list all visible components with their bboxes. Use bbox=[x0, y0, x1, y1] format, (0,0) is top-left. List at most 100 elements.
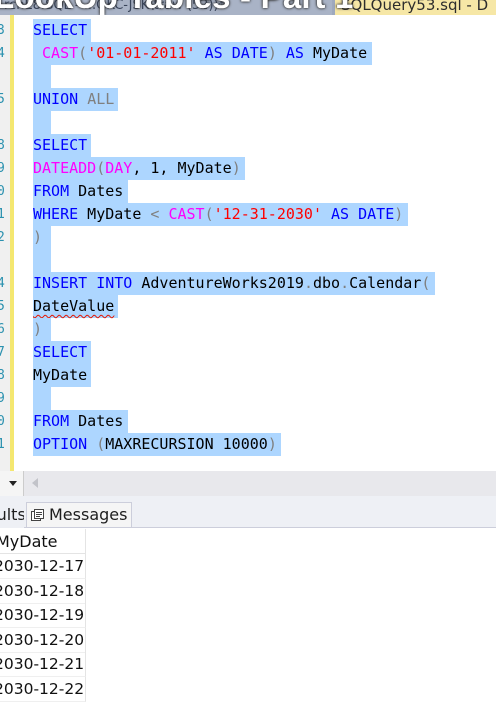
grid-cell-mydate[interactable]: 2030-12-19 bbox=[0, 603, 86, 628]
code-token: DAY bbox=[105, 159, 133, 177]
code-token: DATEADD bbox=[33, 159, 97, 177]
code-token: SELECT bbox=[33, 343, 88, 361]
code-line[interactable]: UNION ALL bbox=[33, 88, 114, 111]
code-line[interactable]: INSERT INTO AdventureWorks2019.dbo.Calen… bbox=[33, 272, 430, 295]
code-token: ) bbox=[267, 44, 277, 62]
code-token: '12-31-2030' bbox=[213, 205, 322, 223]
code-token: SELECT bbox=[33, 136, 88, 154]
line-number: 7 bbox=[0, 345, 5, 360]
code-token: . bbox=[303, 274, 313, 292]
column-header-mydate[interactable]: MyDate bbox=[0, 529, 86, 554]
code-line[interactable]: FROM Dates bbox=[33, 180, 123, 203]
line-number: 9 bbox=[0, 161, 5, 176]
code-token: ALL bbox=[87, 90, 115, 108]
code-token: INTO bbox=[96, 274, 133, 292]
selection-highlight bbox=[33, 111, 51, 134]
selection-highlight bbox=[33, 249, 51, 272]
line-number: 5 bbox=[0, 92, 5, 107]
code-line[interactable]: ) bbox=[33, 318, 42, 341]
code-token: WHERE bbox=[33, 205, 79, 223]
code-token: INSERT bbox=[33, 274, 88, 292]
tab-messages[interactable]: Messages bbox=[26, 502, 133, 527]
tab-sqlquery53[interactable]: SQLQuery53.sql - D bbox=[335, 0, 496, 15]
code-line[interactable]: DATEADD(DAY, 1, MyDate) bbox=[33, 157, 241, 180]
line-number: 8 bbox=[0, 138, 5, 153]
code-token: ) bbox=[267, 435, 277, 453]
code-token: Calendar bbox=[349, 274, 422, 292]
code-token: AdventureWorks2019 bbox=[132, 274, 304, 292]
grid-cell-mydate[interactable]: 2030-12-18 bbox=[0, 579, 86, 604]
selection-highlight bbox=[33, 387, 51, 410]
code-token: FROM bbox=[33, 412, 70, 430]
messages-icon bbox=[31, 509, 44, 521]
code-token: AS bbox=[331, 205, 350, 223]
results-tab-strip: Results Messages bbox=[0, 496, 496, 528]
code-line[interactable]: CAST('01-01-2011' AS DATE) AS MyDate bbox=[33, 42, 367, 65]
tab-results-label: Results bbox=[0, 505, 24, 524]
code-token: AS bbox=[285, 44, 304, 62]
code-token: dbo bbox=[312, 274, 341, 292]
line-number: 1 bbox=[0, 207, 5, 222]
line-number: 0 bbox=[0, 414, 5, 429]
code-line[interactable]: SELECT bbox=[33, 341, 87, 364]
document-tab-strip: rchE8.SQL - ...OKC-JSK\traw (52))* SQLQu… bbox=[0, 0, 496, 15]
editor-scroll-row bbox=[0, 471, 496, 496]
tab-results[interactable]: Results bbox=[0, 502, 24, 528]
code-line[interactable]: MyDate bbox=[33, 364, 87, 387]
code-token: MyDate bbox=[303, 44, 368, 62]
grid-cell-mydate[interactable]: 2030-12-17 bbox=[0, 554, 86, 579]
code-token: , 1, MyDate bbox=[132, 159, 232, 177]
code-line[interactable]: ) bbox=[33, 226, 42, 249]
results-grid[interactable]: MyDate 2030-12-17 2030-12-18 2030-12-19 203… bbox=[0, 529, 496, 702]
code-token: ) bbox=[33, 228, 43, 246]
scroll-left-arrow-icon[interactable] bbox=[32, 478, 38, 488]
code-token: SELECT bbox=[33, 21, 88, 39]
grid-cell-mydate[interactable]: 2030-12-22 bbox=[0, 677, 86, 702]
line-number: 0 bbox=[0, 184, 5, 199]
code-token: ( bbox=[421, 274, 431, 292]
code-token: '01-01-2011' bbox=[87, 44, 196, 62]
video-overlay-title: LookUp Tables - Part 1 bbox=[0, 0, 354, 15]
code-line[interactable]: SELECT bbox=[33, 134, 87, 157]
code-line[interactable]: FROM Dates bbox=[33, 410, 123, 433]
line-number: 1 bbox=[0, 437, 5, 452]
code-token: ) bbox=[33, 320, 43, 338]
tab-messages-label: Messages bbox=[49, 505, 128, 524]
code-token: MAXRECURSION 10000 bbox=[105, 435, 268, 453]
code-line[interactable]: WHERE MyDate < CAST('12-31-2030' AS DATE… bbox=[33, 203, 403, 226]
line-number: 4 bbox=[0, 46, 5, 61]
code-line[interactable]: SELECT bbox=[33, 19, 87, 42]
code-token: CAST bbox=[168, 205, 205, 223]
grid-cell-mydate[interactable]: 2030-12-20 bbox=[0, 628, 86, 653]
line-number: 3 bbox=[0, 23, 5, 38]
code-token: AS bbox=[204, 44, 223, 62]
sql-editor[interactable]: 3458901245678901 SELECT CAST('01-01-2011… bbox=[0, 15, 496, 471]
code-token: UNION bbox=[33, 90, 79, 108]
grid-cell-mydate[interactable]: 2030-12-21 bbox=[0, 652, 86, 677]
line-number: 4 bbox=[0, 276, 5, 291]
code-line[interactable]: DateValue bbox=[33, 295, 114, 318]
chevron-down-icon bbox=[9, 481, 17, 486]
horizontal-scrollbar[interactable] bbox=[44, 479, 492, 488]
line-number: 6 bbox=[0, 322, 5, 337]
line-number: 2 bbox=[0, 230, 5, 245]
code-token: . bbox=[340, 274, 350, 292]
zoom-dropdown[interactable] bbox=[0, 471, 24, 496]
line-number: 5 bbox=[0, 299, 5, 314]
change-tracking-bar bbox=[10, 15, 14, 471]
code-token: ( bbox=[96, 435, 106, 453]
code-token: FROM bbox=[33, 182, 70, 200]
code-token: ( bbox=[96, 159, 106, 177]
code-token: DATE bbox=[231, 44, 268, 62]
code-token: ( bbox=[78, 44, 88, 62]
code-line[interactable]: OPTION (MAXRECURSION 10000) bbox=[33, 433, 277, 456]
code-token: MyDate bbox=[33, 366, 88, 384]
